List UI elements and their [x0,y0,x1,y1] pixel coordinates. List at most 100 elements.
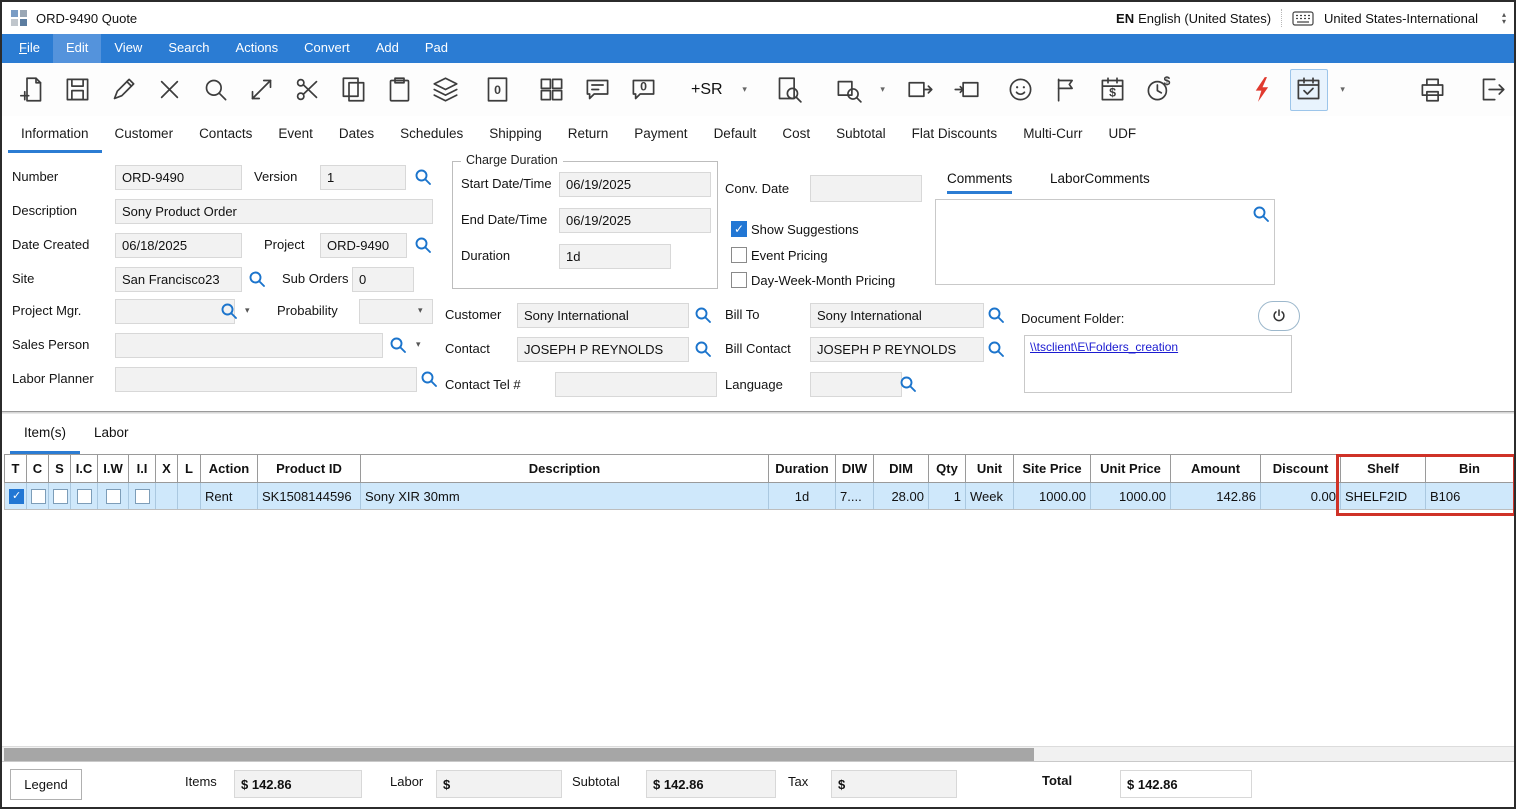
tab-information[interactable]: Information [8,116,102,153]
document-folder-open-button[interactable] [1258,301,1300,331]
copy-button[interactable] [334,69,372,111]
row-c-checkbox[interactable] [31,489,46,504]
feedback-button[interactable] [1002,69,1040,111]
save-button[interactable] [58,69,96,111]
tab-flat-discounts[interactable]: Flat Discounts [899,116,1011,153]
row-iw-checkbox[interactable] [106,489,121,504]
site-field[interactable] [115,267,242,292]
row-s-checkbox[interactable] [53,489,68,504]
tab-event[interactable]: Event [265,116,326,153]
col-s[interactable]: S [49,455,71,483]
menu-view[interactable]: View [101,34,155,63]
project-mgr-search-icon[interactable] [220,302,238,320]
col-x[interactable]: X [156,455,178,483]
tab-customer[interactable]: Customer [102,116,187,153]
document-folder-link[interactable]: \\tsclient\E\Folders_creation [1030,340,1178,354]
col-ic[interactable]: I.C [71,455,98,483]
col-bin[interactable]: Bin [1426,455,1514,483]
col-description[interactable]: Description [361,455,769,483]
col-t[interactable]: T [5,455,27,483]
order-search-button[interactable] [830,69,868,111]
tab-multi-curr[interactable]: Multi-Curr [1010,116,1095,153]
export-button[interactable] [902,69,940,111]
sub-orders-field[interactable] [352,267,414,292]
comment-button[interactable] [578,69,616,111]
tab-labor[interactable]: Labor [80,414,143,454]
tab-contacts[interactable]: Contacts [186,116,265,153]
contact-tel-field[interactable] [555,372,717,397]
site-search-icon[interactable] [248,270,266,288]
col-qty[interactable]: Qty [929,455,966,483]
version-search-icon[interactable] [414,168,432,186]
add-sr-button[interactable]: +SR [684,69,730,111]
new-order-button[interactable] [12,69,50,111]
customer-field[interactable] [517,303,689,328]
menu-add[interactable]: Add [363,34,412,63]
menu-file[interactable]: File [6,34,53,63]
paste-button[interactable] [380,69,418,111]
project-mgr-field[interactable] [115,299,235,324]
tab-comments[interactable]: Comments [947,171,1012,194]
event-pricing-checkbox[interactable] [731,247,747,263]
bill-contact-field[interactable] [810,337,984,362]
language-field[interactable] [810,372,902,397]
row-ii-checkbox[interactable] [135,489,150,504]
show-suggestions-checkbox[interactable] [731,221,747,237]
version-field[interactable] [320,165,406,190]
notes-count-button[interactable]: 0 [478,69,516,111]
number-field[interactable] [115,165,242,190]
col-ii[interactable]: I.I [129,455,156,483]
time-billing-button[interactable]: $ [1140,69,1178,111]
flag-button[interactable] [1048,69,1086,111]
col-shelf[interactable]: Shelf [1341,455,1426,483]
layers-button[interactable] [426,69,464,111]
labor-planner-field[interactable] [115,367,417,392]
sales-person-search-icon[interactable] [389,336,407,354]
duration-field[interactable] [559,244,671,269]
layout-spinner[interactable]: ▴▾ [1502,11,1506,25]
day-week-month-pricing-checkbox[interactable] [731,272,747,288]
comment-count-button[interactable]: 0 [624,69,662,111]
import-button[interactable] [948,69,986,111]
contact-field[interactable] [517,337,689,362]
tab-labor-comments[interactable]: LaborComments [1050,171,1150,194]
bill-contact-search-icon[interactable] [987,340,1005,358]
description-field[interactable] [115,199,433,224]
tab-return[interactable]: Return [555,116,622,153]
grid-view-button[interactable] [532,69,570,111]
language-search-icon[interactable] [899,375,917,393]
row-ic-checkbox[interactable] [77,489,92,504]
scrollbar-thumb[interactable] [4,748,1034,761]
col-product-id[interactable]: Product ID [258,455,361,483]
end-date-field[interactable] [559,208,711,233]
horizontal-scrollbar[interactable] [2,746,1514,761]
col-dim[interactable]: DIM [874,455,929,483]
language-indicator[interactable]: ENEnglish (United States) [1116,11,1271,26]
menu-search[interactable]: Search [155,34,222,63]
edit-button[interactable] [104,69,142,111]
sales-person-field[interactable] [115,333,383,358]
billing-calendar-button[interactable]: $ [1094,69,1132,111]
schedule-calendar-toggle[interactable] [1290,69,1328,111]
tab-default[interactable]: Default [701,116,770,153]
tab-items[interactable]: Item(s) [10,414,80,454]
sales-person-dropdown[interactable]: ▾ [416,339,421,350]
project-field[interactable] [320,233,407,258]
tab-shipping[interactable]: Shipping [476,116,555,153]
tab-payment[interactable]: Payment [621,116,700,153]
date-created-field[interactable] [115,233,242,258]
keyboard-layout[interactable]: United States-International [1324,11,1478,26]
menu-convert[interactable]: Convert [291,34,363,63]
project-search-icon[interactable] [414,236,432,254]
tab-subtotal[interactable]: Subtotal [823,116,899,153]
col-unit-price[interactable]: Unit Price [1091,455,1171,483]
menu-pad[interactable]: Pad [412,34,461,63]
labor-planner-search-icon[interactable] [420,370,438,388]
col-discount[interactable]: Discount [1261,455,1341,483]
document-search-button[interactable] [770,69,808,111]
start-date-field[interactable] [559,172,711,197]
order-search-dropdown[interactable]: ▾ [876,69,890,111]
col-l[interactable]: L [178,455,201,483]
row-t-checkbox[interactable] [9,489,24,504]
menu-edit[interactable]: Edit [53,34,101,63]
